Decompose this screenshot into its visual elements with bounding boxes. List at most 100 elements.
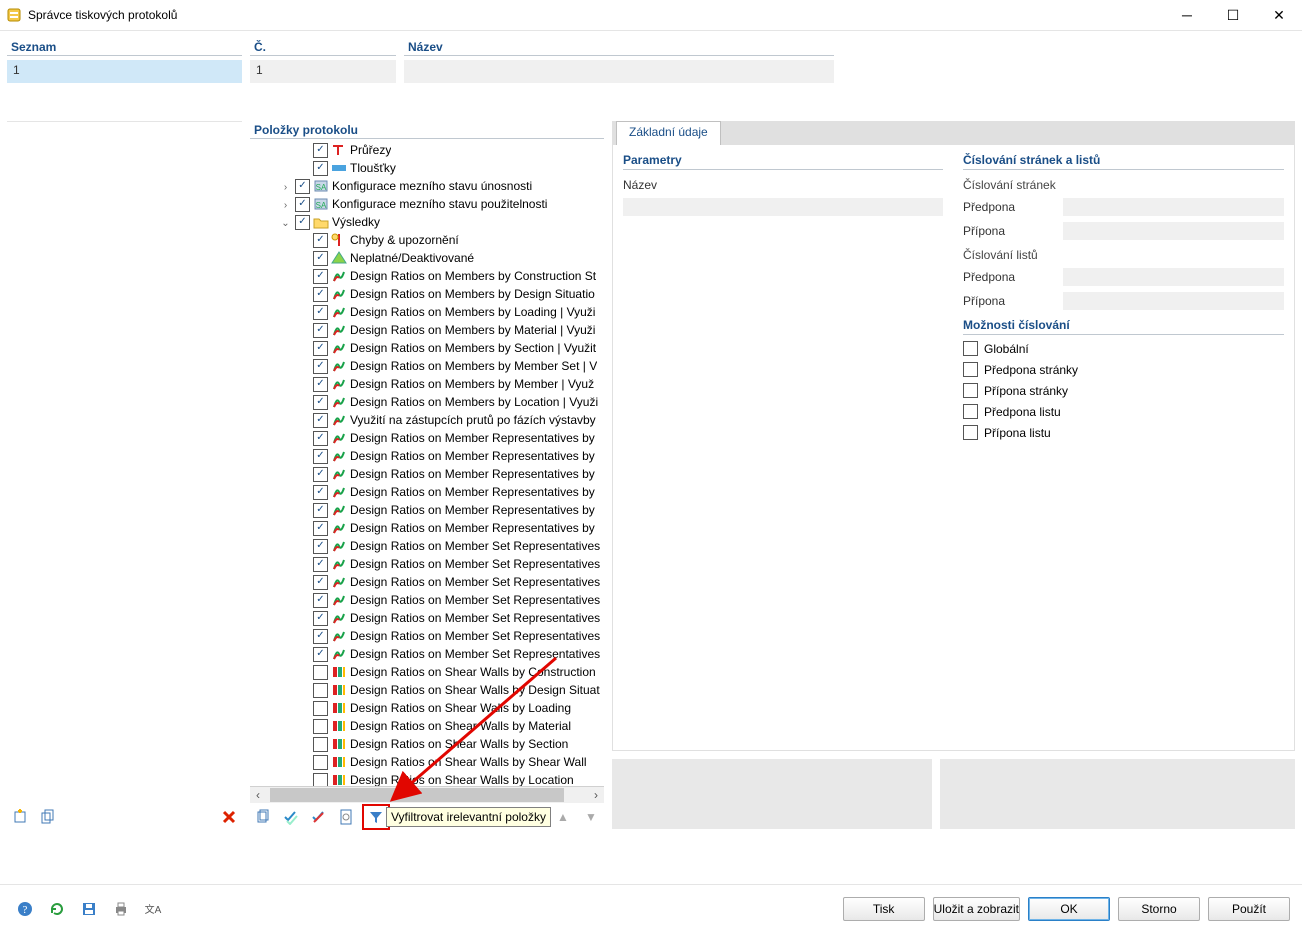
tree-checkbox[interactable] — [313, 467, 328, 482]
tree-checkbox[interactable] — [313, 269, 328, 284]
tree-item[interactable]: Design Ratios on Members by Material | V… — [250, 321, 604, 339]
tree-item[interactable]: Průřezy — [250, 141, 604, 159]
tree-item[interactable]: Design Ratios on Members by Construction… — [250, 267, 604, 285]
tree-checkbox[interactable] — [313, 323, 328, 338]
duplicate-protocol-button[interactable] — [35, 805, 61, 829]
tree-item[interactable]: ›SAKonfigurace mezního stavu použitelnos… — [250, 195, 604, 213]
tisk-button[interactable]: Tisk — [843, 897, 925, 921]
check-all-button[interactable] — [278, 805, 304, 829]
tree-checkbox[interactable] — [313, 431, 328, 446]
close-button[interactable]: ✕ — [1256, 0, 1302, 30]
tree-item[interactable]: Design Ratios on Shear Walls by Material — [250, 717, 604, 735]
tree-checkbox[interactable] — [313, 539, 328, 554]
tree-item[interactable]: Design Ratios on Member Set Representati… — [250, 591, 604, 609]
tree-checkbox[interactable] — [313, 305, 328, 320]
refresh-button[interactable] — [44, 897, 70, 921]
move-up-button[interactable]: ▲ — [550, 805, 576, 829]
option-checkbox[interactable] — [963, 404, 978, 419]
tree-checkbox[interactable] — [313, 737, 328, 752]
tree-checkbox[interactable] — [295, 179, 310, 194]
tree-checkbox[interactable] — [313, 647, 328, 662]
tree-item[interactable]: Design Ratios on Member Representatives … — [250, 465, 604, 483]
tree-item[interactable]: Design Ratios on Members by Member Set |… — [250, 357, 604, 375]
option-checkbox[interactable] — [963, 383, 978, 398]
tree-checkbox[interactable] — [313, 161, 328, 176]
tree-checkbox[interactable] — [313, 359, 328, 374]
tree-item[interactable]: Design Ratios on Members by Section | Vy… — [250, 339, 604, 357]
tree-checkbox[interactable] — [313, 287, 328, 302]
numbering-option[interactable]: Přípona listu — [963, 425, 1284, 440]
pouzit-button[interactable]: Použít — [1208, 897, 1290, 921]
tree-checkbox[interactable] — [295, 215, 310, 230]
tree-checkbox[interactable] — [313, 629, 328, 644]
tree-checkbox[interactable] — [313, 449, 328, 464]
numbering-option[interactable]: Předpona stránky — [963, 362, 1284, 377]
pripona-stranek-input[interactable] — [1063, 222, 1284, 240]
maximize-button[interactable]: ☐ — [1210, 0, 1256, 30]
save-as-button[interactable] — [76, 897, 102, 921]
tree-item[interactable]: Design Ratios on Member Set Representati… — [250, 645, 604, 663]
twisty-right-icon[interactable]: › — [278, 200, 293, 211]
tree-checkbox[interactable] — [313, 503, 328, 518]
copy-button[interactable] — [250, 805, 276, 829]
tree-checkbox[interactable] — [313, 611, 328, 626]
move-down-button[interactable]: ▼ — [578, 805, 604, 829]
tree-item[interactable]: Design Ratios on Members by Member | Vyu… — [250, 375, 604, 393]
tree-checkbox[interactable] — [313, 377, 328, 392]
tree-item[interactable]: Design Ratios on Member Set Representati… — [250, 609, 604, 627]
tree-checkbox[interactable] — [313, 485, 328, 500]
tree-item[interactable]: Design Ratios on Shear Walls by Design S… — [250, 681, 604, 699]
tree-item[interactable]: Design Ratios on Member Representatives … — [250, 483, 604, 501]
tree-item[interactable]: Design Ratios on Shear Walls by Section — [250, 735, 604, 753]
hscroll-left-arrow-icon[interactable]: ‹ — [250, 787, 266, 803]
option-checkbox[interactable] — [963, 341, 978, 356]
option-checkbox[interactable] — [963, 362, 978, 377]
delete-protocol-button[interactable] — [216, 805, 242, 829]
tree-checkbox[interactable] — [313, 701, 328, 716]
tree-item[interactable]: Chyby & upozornění — [250, 231, 604, 249]
tree-checkbox[interactable] — [295, 197, 310, 212]
tree-checkbox[interactable] — [313, 593, 328, 608]
tree-checkbox[interactable] — [313, 665, 328, 680]
tree-item[interactable]: Design Ratios on Shear Walls by Shear Wa… — [250, 753, 604, 771]
tree-item[interactable]: Design Ratios on Members by Location | V… — [250, 393, 604, 411]
predpona-stranek-input[interactable] — [1063, 198, 1284, 216]
language-button[interactable]: 文A — [140, 897, 166, 921]
tree-checkbox[interactable] — [313, 719, 328, 734]
tree-checkbox[interactable] — [313, 575, 328, 590]
ok-button[interactable]: OK — [1028, 897, 1110, 921]
tree-checkbox[interactable] — [313, 395, 328, 410]
tree-item[interactable]: Design Ratios on Shear Walls by Loading — [250, 699, 604, 717]
tree-item[interactable]: Tloušťky — [250, 159, 604, 177]
twisty-right-icon[interactable]: › — [278, 182, 293, 193]
twisty-down-icon[interactable]: ⌄ — [278, 218, 293, 229]
predpona-listu-input[interactable] — [1063, 268, 1284, 286]
tree-checkbox[interactable] — [313, 683, 328, 698]
nazev-value-box[interactable] — [404, 60, 834, 83]
help-button[interactable]: ? — [12, 897, 38, 921]
tree-item[interactable]: Design Ratios on Member Representatives … — [250, 501, 604, 519]
settings-page-button[interactable] — [334, 805, 360, 829]
tree-checkbox[interactable] — [313, 143, 328, 158]
tree-item[interactable]: Design Ratios on Member Set Representati… — [250, 537, 604, 555]
tree-item[interactable]: Design Ratios on Member Representatives … — [250, 429, 604, 447]
tree-item[interactable]: Design Ratios on Members by Design Situa… — [250, 285, 604, 303]
tree-checkbox[interactable] — [313, 521, 328, 536]
hscroll-thumb[interactable] — [270, 788, 564, 802]
nazev-input[interactable] — [623, 198, 943, 216]
tree-item[interactable]: Design Ratios on Member Set Representati… — [250, 627, 604, 645]
pripona-listu-input[interactable] — [1063, 292, 1284, 310]
tree-item[interactable]: Využití na zástupcích prutů po fázích vý… — [250, 411, 604, 429]
seznam-selected-row[interactable]: 1 — [7, 60, 242, 83]
tree-item[interactable]: Neplatné/Deaktivované — [250, 249, 604, 267]
tree-checkbox[interactable] — [313, 773, 328, 787]
tree-item[interactable]: ›SAKonfigurace mezního stavu únosnosti — [250, 177, 604, 195]
print-button-icon[interactable] — [108, 897, 134, 921]
storno-button[interactable]: Storno — [1118, 897, 1200, 921]
hscroll-right-arrow-icon[interactable]: › — [588, 787, 604, 803]
ulozit-zobrazit-button[interactable]: Uložit a zobrazit — [933, 897, 1020, 921]
tree-scroll[interactable]: PrůřezyTloušťky›SAKonfigurace mezního st… — [250, 139, 604, 786]
tree-hscroll[interactable]: ‹ › — [250, 786, 604, 803]
tab-zakladni-udaje[interactable]: Základní údaje — [616, 121, 721, 145]
tree-item[interactable]: Design Ratios on Shear Walls by Location — [250, 771, 604, 786]
